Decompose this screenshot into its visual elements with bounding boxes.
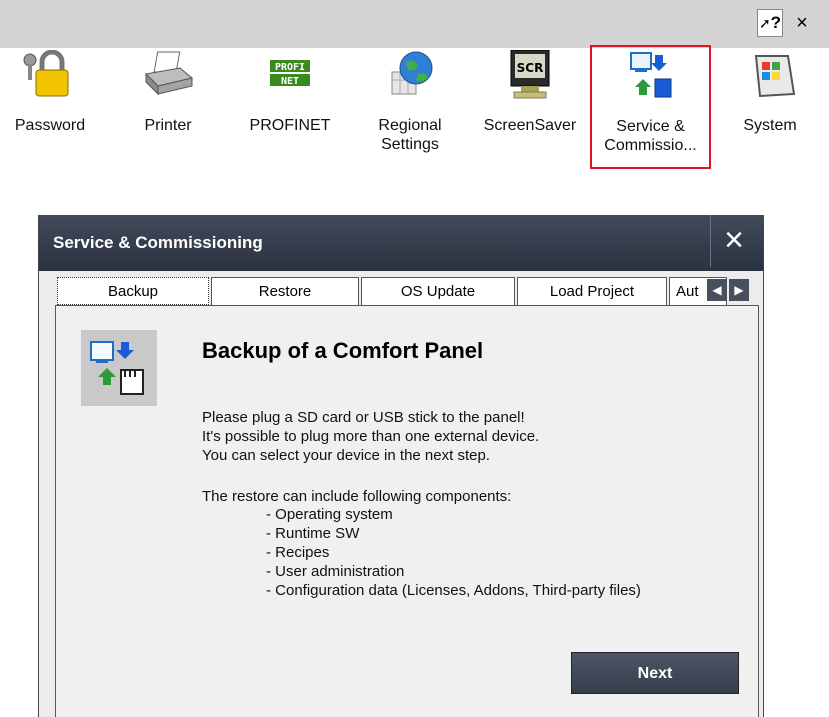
cp-item-label: Service & Commissio... — [604, 118, 697, 154]
component-item: - Operating system — [266, 506, 393, 523]
panel-heading: Backup of a Comfort Panel — [202, 338, 484, 363]
backup-icon — [90, 341, 144, 395]
cp-item-system[interactable]: System — [720, 48, 820, 168]
whats-this-help-button[interactable]: ➚ ? — [757, 9, 783, 37]
close-control-panel-button[interactable]: × — [789, 9, 815, 37]
component-item: - Configuration data (Licenses, Addons, … — [266, 582, 641, 599]
cp-item-regional-settings[interactable]: Regional Settings — [362, 48, 458, 168]
cp-item-label: System — [743, 117, 797, 134]
cp-item-label: Printer — [144, 117, 192, 134]
svg-text:NET: NET — [281, 76, 299, 87]
globe-icon — [391, 51, 433, 95]
tab-backup[interactable]: Backup — [57, 277, 209, 305]
cp-item-service-commissioning[interactable]: Service & Commissio... — [590, 45, 711, 169]
tab-scroll-right-icon[interactable]: ▶ — [729, 279, 749, 301]
backup-tab-panel: Backup of a Comfort Panel Please plug a … — [55, 305, 759, 717]
monitor-icon: SCR — [510, 50, 550, 99]
svg-text:SCR: SCR — [517, 61, 544, 75]
tab-scroll-left-icon[interactable]: ◀ — [707, 279, 727, 301]
cp-item-label: ScreenSaver — [483, 117, 577, 134]
components-intro: The restore can include following compon… — [202, 488, 512, 505]
printer-icon — [144, 51, 194, 96]
help-pointer-icon: ➚ — [758, 14, 771, 31]
dialog-close-button[interactable]: × — [710, 215, 757, 267]
component-item: - User administration — [266, 563, 405, 580]
tab-os-update[interactable]: OS Update — [361, 277, 515, 305]
cp-item-profinet[interactable]: PROFI NET PROFINET — [237, 48, 343, 168]
svg-text:PROFI: PROFI — [275, 62, 305, 73]
control-panel-toolbar: ➚ ? × — [0, 0, 829, 48]
cp-item-label: PROFINET — [249, 117, 331, 134]
system-icon — [754, 55, 796, 98]
service-commissioning-dialog: Service & Commissioning × Backup Restore… — [38, 215, 764, 717]
instruction-line-2: It's possible to plug more than one exte… — [202, 428, 540, 445]
profinet-icon: PROFI NET — [270, 60, 310, 87]
cp-item-password[interactable]: Password — [0, 48, 100, 168]
cp-item-printer[interactable]: Printer — [118, 48, 218, 168]
instruction-line-3: You can select your device in the next s… — [202, 447, 490, 464]
next-button[interactable]: Next — [571, 652, 739, 694]
service-icon — [629, 52, 671, 98]
component-item: - Runtime SW — [266, 525, 360, 542]
lock-icon — [23, 50, 69, 97]
backup-panel-icon — [81, 330, 157, 406]
component-item: - Recipes — [266, 544, 330, 561]
dialog-title: Service & Commissioning — [53, 233, 263, 252]
tab-load-project[interactable]: Load Project — [517, 277, 667, 305]
instruction-line-1: Please plug a SD card or USB stick to th… — [202, 409, 525, 426]
cp-item-label: Password — [14, 117, 86, 134]
tab-restore[interactable]: Restore — [211, 277, 359, 305]
dialog-title-bar: Service & Commissioning — [39, 215, 763, 271]
cp-item-screensaver[interactable]: SCR ScreenSaver — [475, 48, 585, 168]
cp-item-label: Regional Settings — [378, 117, 442, 153]
